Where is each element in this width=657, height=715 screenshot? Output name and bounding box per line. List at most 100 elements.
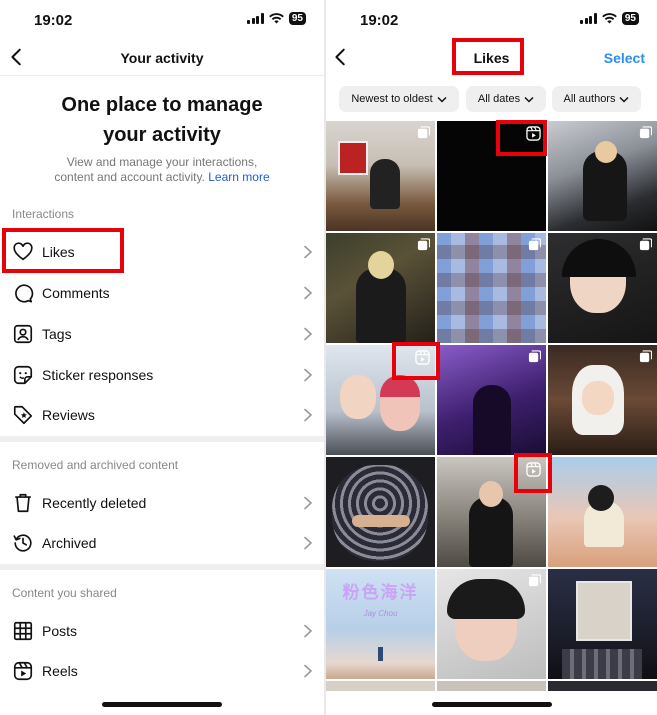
liked-post-thumbnail[interactable] — [548, 345, 657, 455]
battery-indicator: 95 — [288, 12, 306, 25]
liked-post-thumbnail[interactable] — [326, 681, 435, 691]
album-cover-artist: Jay Chou — [363, 609, 398, 618]
liked-post-thumbnail[interactable] — [548, 233, 657, 343]
trash-icon — [15, 493, 31, 513]
liked-post-thumbnail[interactable] — [326, 457, 435, 567]
select-button[interactable]: Select — [604, 50, 645, 66]
cellular-signal-icon — [247, 13, 264, 24]
menu-item-label: Likes — [42, 244, 75, 260]
liked-post-thumbnail[interactable] — [437, 233, 546, 343]
sticker-smile-icon — [13, 365, 33, 385]
hero-title: One place to manage your activity — [61, 94, 263, 146]
menu-item-likes[interactable]: Likes — [0, 232, 324, 272]
multiple-photos-icon — [528, 238, 541, 251]
menu-item-reels[interactable]: Reels — [0, 651, 324, 691]
menu-item-label: Reviews — [42, 407, 95, 423]
status-time: 19:02 — [360, 12, 399, 29]
home-indicator — [432, 702, 552, 707]
chevron-right-icon — [304, 408, 313, 422]
liked-post-thumbnail[interactable] — [548, 457, 657, 567]
chevron-right-icon — [304, 368, 313, 382]
menu-item-archived[interactable]: Archived — [0, 523, 324, 563]
tag-person-icon — [13, 324, 33, 344]
section-shared-label: Content you shared — [12, 586, 117, 600]
liked-reel-thumbnail[interactable] — [437, 457, 546, 567]
date-filter-chip[interactable]: All dates — [466, 86, 546, 112]
reels-icon — [13, 661, 33, 681]
liked-post-thumbnail[interactable] — [548, 121, 657, 231]
multiple-photos-icon — [639, 126, 652, 139]
comment-bubble-icon — [15, 284, 34, 303]
top-navigation: Likes Select — [326, 40, 657, 76]
menu-item-recently-deleted[interactable]: Recently deleted — [0, 483, 324, 523]
menu-item-label: Comments — [42, 285, 110, 301]
chevron-right-icon — [304, 327, 313, 341]
liked-post-thumbnail[interactable] — [326, 121, 435, 231]
menu-item-reviews[interactable]: Reviews — [0, 395, 324, 435]
chevron-right-icon — [304, 664, 313, 678]
liked-reel-thumbnail[interactable] — [326, 345, 435, 455]
chevron-right-icon — [304, 245, 313, 259]
album-cover-title: 粉色海洋 — [342, 583, 419, 602]
reel-badge-icon — [526, 462, 541, 477]
wifi-icon — [602, 13, 617, 24]
likes-screen: 19:02 95 Likes Select Newest to oldest A… — [326, 0, 657, 715]
menu-item-label: Sticker responses — [42, 367, 154, 383]
review-tag-star-icon — [13, 405, 33, 425]
grid-icon — [13, 621, 33, 641]
liked-post-thumbnail[interactable] — [548, 681, 657, 691]
filter-bar: Newest to oldest All dates All authors — [326, 86, 657, 112]
menu-item-label: Posts — [42, 623, 78, 639]
menu-item-posts[interactable]: Posts — [0, 611, 324, 651]
section-separator — [0, 564, 324, 570]
chevron-right-icon — [304, 536, 313, 550]
liked-reel-thumbnail[interactable] — [437, 121, 546, 231]
chevron-down-icon — [437, 96, 447, 103]
liked-post-thumbnail[interactable] — [437, 681, 546, 691]
heart-icon — [13, 242, 33, 261]
status-bar: 19:02 95 — [326, 0, 657, 40]
top-navigation: Your activity — [0, 40, 324, 76]
sort-filter-chip[interactable]: Newest to oldest — [339, 86, 459, 112]
chevron-right-icon — [304, 624, 313, 638]
menu-item-tags[interactable]: Tags — [0, 314, 324, 354]
status-icons: 95 — [247, 12, 306, 25]
reel-badge-icon — [526, 126, 541, 141]
chevron-down-icon — [524, 96, 534, 103]
liked-post-thumbnail[interactable] — [326, 233, 435, 343]
reel-badge-icon — [415, 350, 430, 365]
archive-clock-icon — [13, 534, 32, 552]
author-filter-chip[interactable]: All authors — [552, 86, 641, 112]
status-bar: 19:02 95 — [0, 0, 324, 40]
cellular-signal-icon — [580, 13, 597, 24]
menu-item-label: Archived — [42, 535, 97, 551]
chevron-right-icon — [304, 496, 313, 510]
section-removed-label: Removed and archived content — [12, 458, 179, 472]
chevron-right-icon — [304, 286, 313, 300]
menu-item-comments[interactable]: Comments — [0, 273, 324, 313]
multiple-photos-icon — [528, 574, 541, 587]
menu-item-sticker-responses[interactable]: Sticker responses — [0, 355, 324, 395]
multiple-photos-icon — [639, 238, 652, 251]
battery-indicator: 95 — [621, 12, 639, 25]
liked-post-thumbnail[interactable]: 粉色海洋 Jay Chou — [326, 569, 435, 679]
menu-item-label: Tags — [42, 326, 72, 342]
menu-item-label: Reels — [42, 663, 78, 679]
status-time: 19:02 — [34, 12, 73, 29]
multiple-photos-icon — [528, 350, 541, 363]
your-activity-screen: 19:02 95 Your activity One place to mana… — [0, 0, 324, 715]
liked-post-thumbnail[interactable] — [437, 345, 546, 455]
liked-post-thumbnail[interactable] — [437, 569, 546, 679]
multiple-photos-icon — [639, 350, 652, 363]
liked-post-thumbnail[interactable] — [548, 569, 657, 679]
hero-description: View and manage your interactions, conte… — [54, 155, 270, 184]
wifi-icon — [269, 13, 284, 24]
multiple-photos-icon — [417, 126, 430, 139]
section-interactions-label: Interactions — [12, 207, 75, 221]
menu-item-label: Recently deleted — [42, 495, 147, 511]
page-title: Your activity — [120, 50, 204, 66]
status-icons: 95 — [580, 12, 639, 25]
home-indicator — [102, 702, 222, 707]
chevron-down-icon — [619, 96, 630, 103]
learn-more-link[interactable]: Learn more — [208, 170, 269, 184]
